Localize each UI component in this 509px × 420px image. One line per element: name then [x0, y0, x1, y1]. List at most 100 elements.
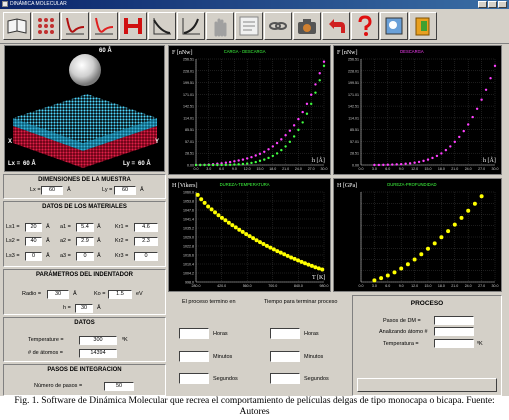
data-point [459, 215, 464, 220]
data-point [484, 88, 488, 91]
temperature-input[interactable]: 300 [79, 336, 117, 345]
process-button[interactable] [357, 378, 497, 392]
ls2-input[interactable]: 40 [25, 237, 42, 246]
y-tick-label: 57.01 [185, 140, 194, 144]
data-point [322, 64, 326, 68]
ly-input[interactable]: 60 [114, 186, 136, 195]
data-point [233, 160, 236, 163]
y-tick-label: 256.51 [183, 58, 194, 62]
minimize-button[interactable] [478, 1, 487, 8]
ls1-input[interactable]: 20 [25, 223, 42, 232]
a1-input[interactable]: 5.4 [76, 223, 94, 232]
ko-input[interactable]: 1.5 [108, 290, 132, 299]
camera-button[interactable] [293, 12, 321, 40]
data-point [288, 129, 292, 132]
data-point [261, 241, 266, 246]
lx-label: Lx = [8, 161, 21, 167]
back-button[interactable] [322, 12, 350, 40]
y-tick-label: 28.51 [350, 152, 359, 156]
lattice-button[interactable] [32, 12, 60, 40]
load-curve-button[interactable] [148, 12, 176, 40]
window-title: DINÁMICA MOLECULAR [10, 1, 67, 7]
sample-3d-render [13, 54, 157, 168]
data-point [408, 162, 412, 165]
y-tick-label: 1041.4 [183, 218, 194, 222]
lx-value: 60 Å [23, 161, 36, 167]
unload-chart: 256.51 228.01 199.51 171.01 142.51 114.01 85.5… [333, 45, 502, 175]
data-point [316, 266, 321, 271]
title-bar: DINÁMICA MOLECULAR [0, 0, 509, 9]
y-tick-label: 1029.0 [183, 236, 194, 240]
data-point [240, 229, 245, 234]
lattice-icon [38, 18, 54, 34]
hand-button[interactable] [206, 12, 234, 40]
data-point [285, 253, 290, 258]
lx-input[interactable]: 60 [41, 186, 63, 195]
kr1-input[interactable]: 4.6 [134, 223, 158, 232]
data-point [297, 117, 300, 121]
data-point [466, 208, 471, 213]
data-point [400, 162, 403, 166]
a3-input[interactable]: 0 [76, 252, 94, 261]
data-point [275, 141, 279, 145]
x-tick-label: 12.0 [411, 167, 418, 171]
data-point [439, 235, 444, 240]
x-tick-label: 560.0 [243, 284, 252, 288]
radio-input[interactable]: 30 [47, 290, 69, 299]
h-input[interactable]: 30 [75, 304, 93, 313]
ls3-input[interactable]: 0 [25, 252, 42, 261]
y-tick-label: 142.51 [348, 105, 359, 109]
unload-curve-button[interactable] [177, 12, 205, 40]
data-point [275, 152, 279, 155]
exit-button[interactable] [409, 12, 437, 40]
potential-button[interactable] [61, 12, 89, 40]
help-button[interactable] [351, 12, 379, 40]
data-point [413, 161, 416, 164]
open-book-button[interactable] [3, 12, 31, 40]
data-point [230, 223, 235, 228]
x-tick-label: 6.0 [385, 284, 390, 288]
sample-dimensions-section: DIMENSIONES DE LA MUESTRA Lx = 60 Å Ly =… [3, 174, 166, 199]
kr2-input[interactable]: 2.3 [134, 237, 158, 246]
close-button[interactable] [498, 1, 507, 8]
lines-icon [239, 16, 259, 36]
open-book-icon [7, 18, 27, 34]
data-point [284, 145, 287, 148]
x-tick-label: 21.0 [451, 167, 458, 171]
potential-red-button[interactable] [90, 12, 118, 40]
kr3-input[interactable]: 0 [134, 252, 158, 261]
x-tick-label: 12.0 [411, 284, 418, 288]
chart-title: DESCARGA [400, 49, 424, 54]
data-point [258, 159, 262, 163]
data-point [302, 261, 307, 266]
camera-icon [298, 19, 316, 34]
data-point [391, 163, 394, 166]
x-tick-label: 30.0 [321, 167, 328, 171]
data-point [216, 213, 221, 218]
a2-input[interactable]: 2.9 [76, 237, 94, 246]
data-point [404, 162, 407, 165]
data-point [426, 246, 430, 251]
data-point [399, 266, 404, 271]
x-tick-label: 24.0 [465, 167, 472, 171]
data-point [292, 256, 297, 261]
steps-input[interactable]: 50 [104, 382, 134, 391]
y-tick-label: 1004.2 [183, 272, 194, 276]
chart-title: DUREZA-TEMPERATURA [220, 182, 270, 187]
lines-button[interactable] [235, 12, 263, 40]
time-panel: El proceso termino en Tiempo para termin… [169, 295, 346, 396]
image-button[interactable] [380, 12, 408, 40]
data-point [310, 93, 313, 96]
sample-dimensions-title: DIMENSIONES DE LA MUESTRA [38, 177, 131, 183]
data-point [405, 262, 410, 267]
ended-seconds-field [179, 373, 209, 384]
data-point [288, 140, 292, 144]
hardness-button[interactable] [119, 12, 147, 40]
datos-title: DATOS [74, 320, 95, 326]
maximize-button[interactable] [488, 1, 497, 8]
data-point [318, 79, 321, 82]
data-point [251, 236, 256, 241]
y-axis-title: F [nNw] [337, 50, 358, 56]
data-point [472, 201, 477, 206]
chain-button[interactable] [264, 12, 292, 40]
